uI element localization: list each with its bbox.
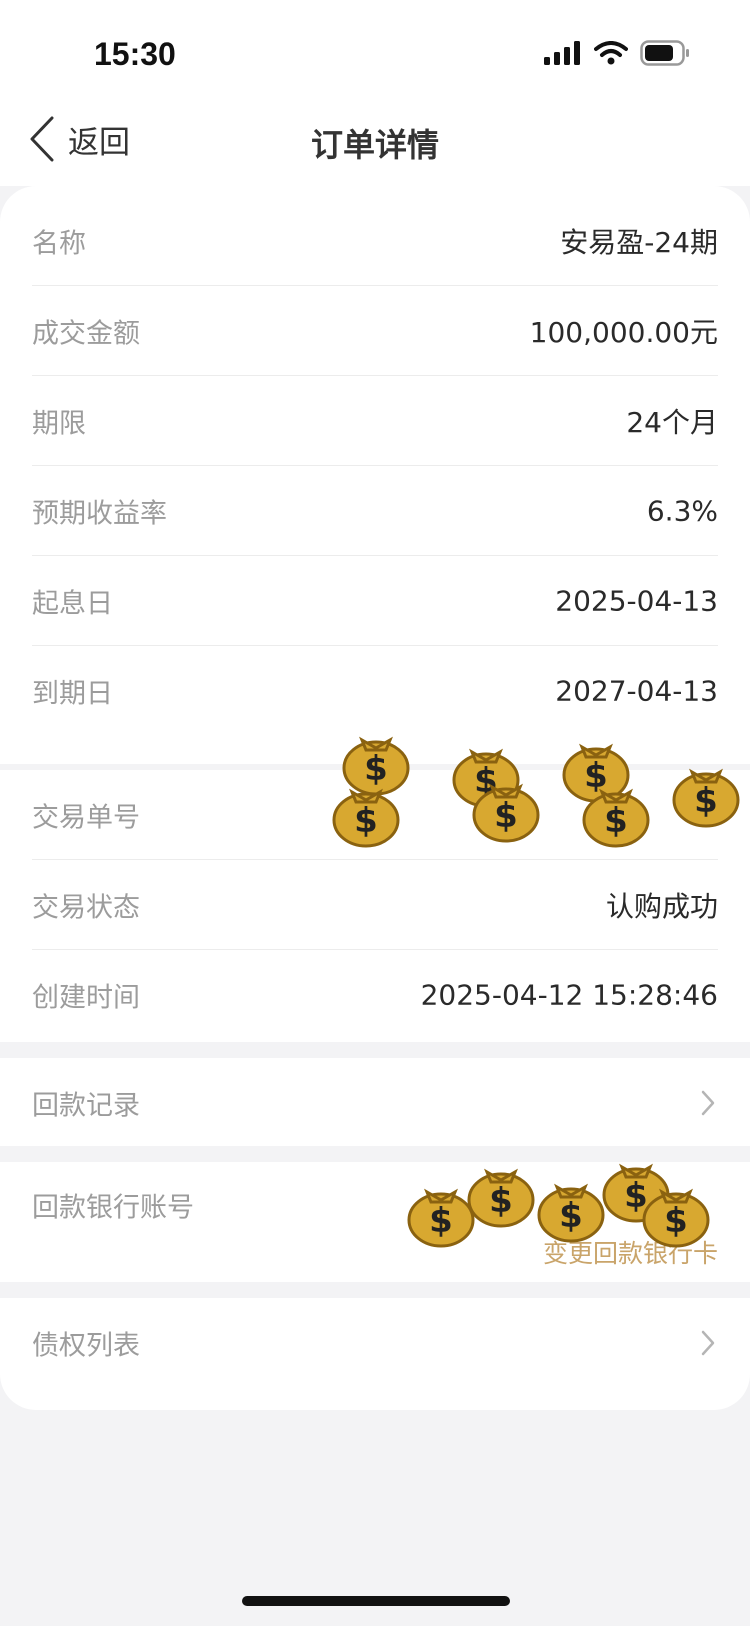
money-bag-icon: $ xyxy=(582,788,650,848)
repayment-record-label: 回款记录 xyxy=(32,1090,140,1122)
money-bag-icon: $ xyxy=(642,1188,710,1248)
svg-text:$: $ xyxy=(354,801,378,841)
detail-label: 名称 xyxy=(32,228,86,259)
svg-text:$: $ xyxy=(494,796,518,836)
repayment-record-row[interactable]: 回款记录 xyxy=(32,1058,718,1148)
detail-value: 安易盈-24期 xyxy=(560,225,718,259)
detail-row-yield: 预期收益率 6.3% xyxy=(32,466,718,556)
detail-value: 24个月 xyxy=(626,405,718,439)
detail-value: 6.3% xyxy=(646,494,718,527)
status-time: 15:30 xyxy=(94,36,176,72)
detail-row-maturity-date: 到期日 2027-04-13 xyxy=(32,646,718,736)
status-bar: 15:30 xyxy=(0,0,750,100)
status-icons xyxy=(544,40,690,66)
transaction-row-created: 创建时间 2025-04-12 15:28:46 xyxy=(32,950,718,1040)
order-details-card: 名称 安易盈-24期 成交金额 100,000.00元 期限 24个月 预期收益… xyxy=(0,186,750,764)
detail-row-name: 名称 安易盈-24期 xyxy=(32,196,718,286)
svg-text:$: $ xyxy=(694,781,718,821)
svg-text:$: $ xyxy=(489,1181,513,1221)
money-bag-icon: $ xyxy=(537,1183,605,1243)
debt-list-label: 债权列表 xyxy=(32,1330,140,1362)
money-bag-icon: $ xyxy=(472,783,540,843)
transaction-label: 创建时间 xyxy=(32,982,140,1014)
svg-text:$: $ xyxy=(664,1201,688,1241)
money-bag-icon: $ xyxy=(672,768,740,828)
detail-value: 100,000.00元 xyxy=(529,315,718,349)
created-time-value: 2025-04-12 15:28:46 xyxy=(420,978,718,1012)
status-value: 认购成功 xyxy=(605,889,718,923)
detail-row-amount: 成交金额 100,000.00元 xyxy=(32,286,718,376)
svg-text:$: $ xyxy=(604,801,628,841)
home-indicator[interactable] xyxy=(242,1596,510,1606)
chevron-right-icon xyxy=(701,1330,715,1356)
transaction-label: 交易状态 xyxy=(32,892,140,923)
detail-row-start-date: 起息日 2025-04-13 xyxy=(32,556,718,646)
detail-row-term: 期限 24个月 xyxy=(32,376,718,466)
money-bag-icon: $ xyxy=(332,788,400,848)
detail-label: 到期日 xyxy=(32,678,113,710)
svg-text:$: $ xyxy=(559,1196,583,1236)
debt-list-row[interactable]: 债权列表 xyxy=(32,1298,718,1388)
detail-label: 预期收益率 xyxy=(32,498,167,529)
transaction-row-status: 交易状态 认购成功 xyxy=(32,860,718,950)
page-title: 订单详情 xyxy=(310,126,439,164)
detail-value: 2027-04-13 xyxy=(555,674,718,708)
detail-label: 期限 xyxy=(32,408,86,439)
transaction-label: 交易单号 xyxy=(32,802,140,833)
wifi-icon xyxy=(594,41,628,65)
signal-icon xyxy=(544,41,580,65)
navigation-bar: 返回 订单详情 xyxy=(0,100,750,186)
repayment-record-card[interactable]: 回款记录 xyxy=(0,1058,750,1146)
money-bag-icon: $ xyxy=(467,1168,535,1228)
repayment-account-label: 回款银行账号 xyxy=(32,1192,194,1224)
detail-value: 2025-04-13 xyxy=(555,584,718,617)
battery-icon xyxy=(640,40,689,66)
detail-label: 成交金额 xyxy=(32,318,140,349)
svg-text:$: $ xyxy=(429,1201,453,1241)
chevron-right-icon xyxy=(701,1090,715,1116)
debt-list-card[interactable]: 债权列表 xyxy=(0,1298,750,1410)
detail-label: 起息日 xyxy=(32,588,113,619)
